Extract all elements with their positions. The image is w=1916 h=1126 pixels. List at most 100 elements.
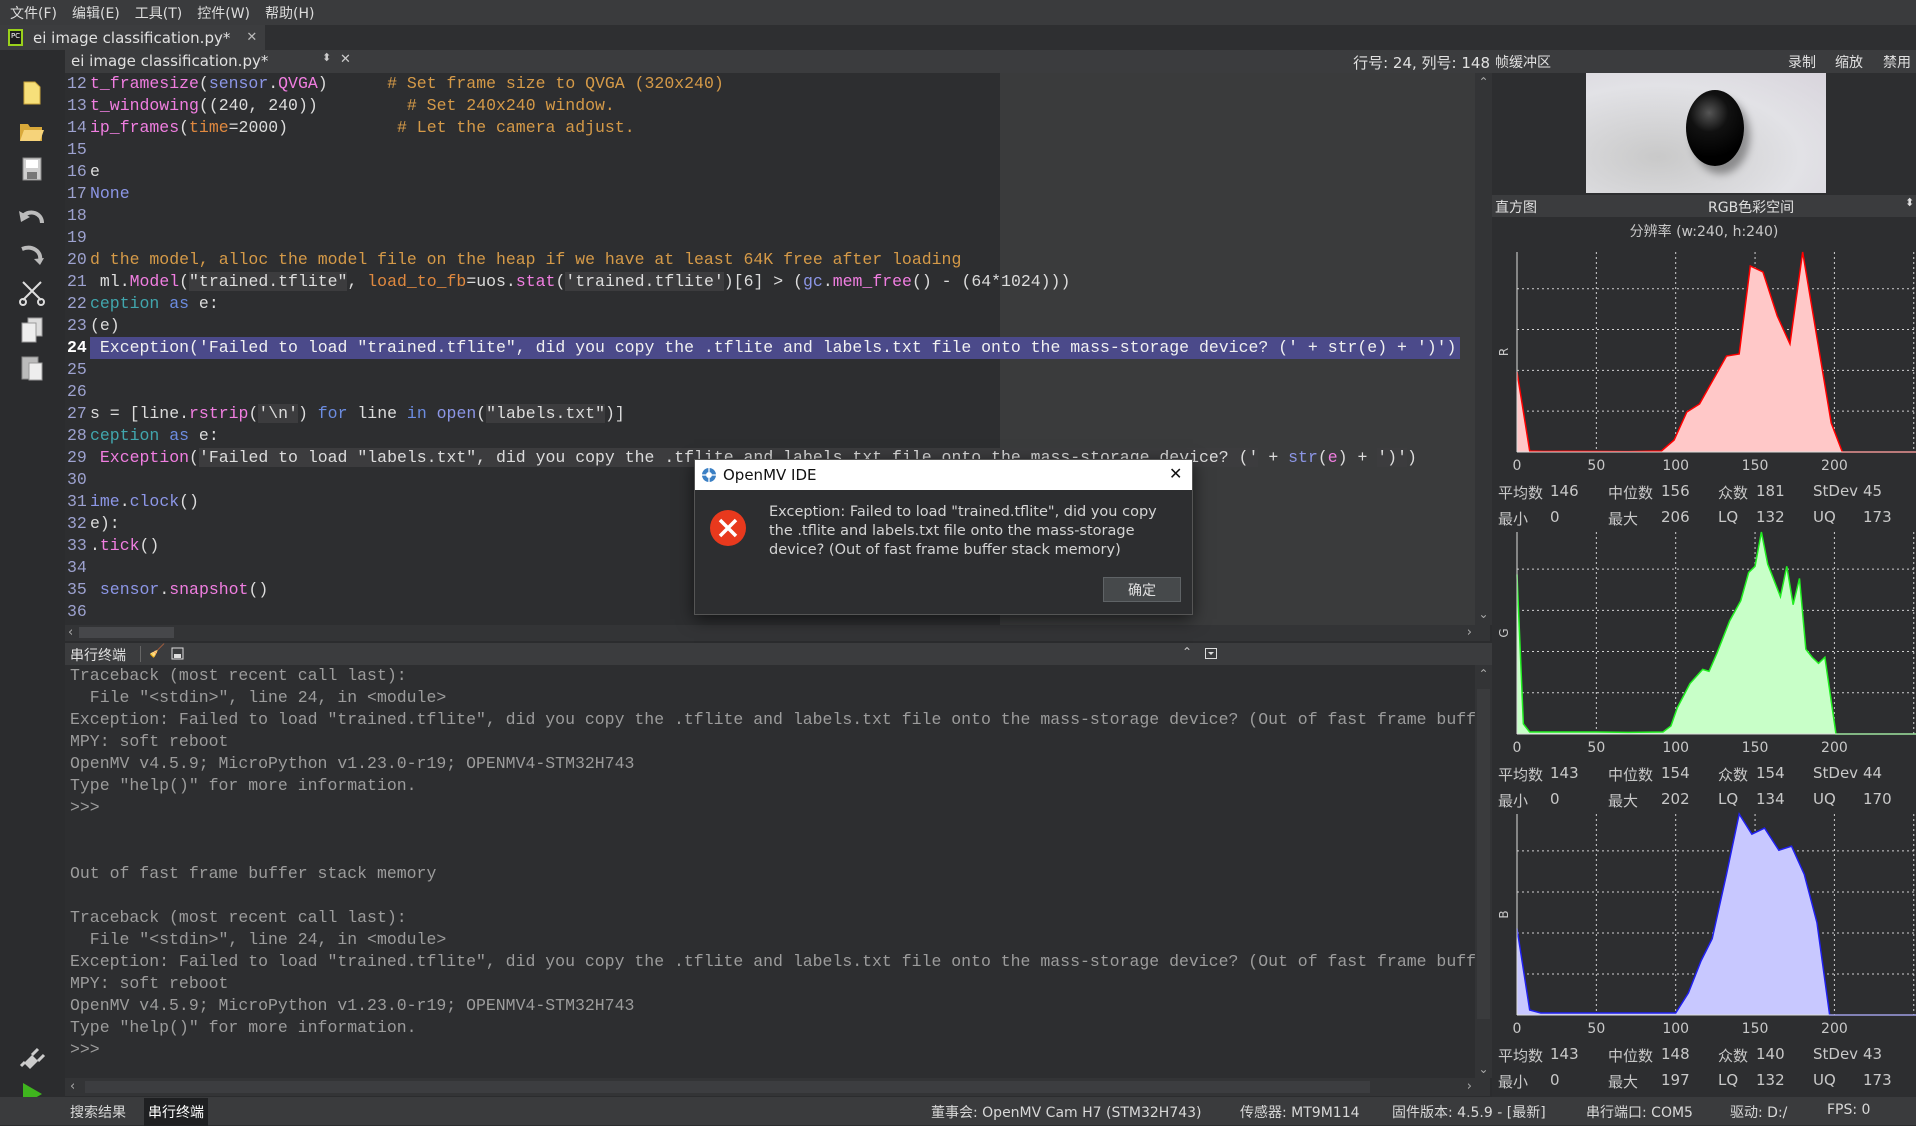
menu-edit[interactable]: 编辑(E) (72, 3, 120, 23)
editor-vertical-scrollbar[interactable]: ⌃ ⌄ (1475, 73, 1492, 625)
code-line[interactable]: 24 Exception('Failed to load "trained.tf… (65, 337, 1475, 359)
dialog-message: Exception: Failed to load "trained.tflit… (769, 504, 1157, 558)
menu-file[interactable]: 文件(F) (10, 3, 57, 23)
scroll-left-icon[interactable]: ‹ (68, 625, 73, 640)
line-number: 12 (67, 74, 87, 93)
code-token: sensor (99, 580, 160, 599)
plug-icon (19, 1047, 46, 1069)
menu-widgets[interactable]: 控件(W) (197, 3, 250, 23)
line-number: 18 (67, 206, 87, 225)
code-token: # Set 240x240 window. (406, 96, 615, 115)
scroll-thumb[interactable] (79, 627, 174, 638)
code-line[interactable]: 23 (e) (65, 315, 1475, 337)
code-token: ) (317, 74, 328, 93)
code-token: ) + (1337, 448, 1378, 467)
code-line[interactable]: 15 (65, 139, 1475, 161)
code-text: e): (90, 513, 120, 535)
tab-search-results[interactable]: 搜索结果 (70, 1102, 126, 1122)
terminal-horizontal-scrollbar[interactable]: ‹ › (65, 1078, 1490, 1096)
colorspace-select[interactable]: RGB色彩空间 (1708, 197, 1794, 217)
file-tab[interactable]: PC ei image classification.py* ✕ (0, 25, 265, 50)
openmv-logo-icon (702, 468, 716, 482)
scroll-down-icon[interactable]: ⌄ (1475, 607, 1492, 621)
code-line[interactable]: 16 e (65, 161, 1475, 183)
code-token: in (406, 404, 427, 423)
code-line[interactable]: 28 ception as e: (65, 425, 1475, 447)
copy-button[interactable] (16, 314, 48, 346)
save-terminal-icon[interactable] (171, 647, 184, 660)
code-line[interactable]: 22 ception as e: (65, 293, 1475, 315)
code-token: + (1258, 448, 1289, 467)
scroll-up-icon[interactable]: ⌃ (1475, 665, 1492, 681)
clear-terminal-icon[interactable]: 🧹 (149, 644, 165, 659)
code-token: clock (129, 492, 180, 511)
scroll-right-icon[interactable]: › (1467, 1079, 1472, 1094)
close-editor-icon[interactable]: ✕ (340, 52, 351, 67)
code-line[interactable]: 13 t_windowing((240, 240)) # Set 240x240 … (65, 95, 1475, 117)
select-updown-icon[interactable]: ⬍ (1905, 196, 1914, 209)
menu-help[interactable]: 帮助(H) (265, 3, 314, 23)
record-button[interactable]: 录制 (1788, 52, 1816, 72)
line-number: 32 (67, 514, 87, 533)
line-number: 14 (67, 118, 87, 137)
undo-button[interactable] (16, 200, 48, 232)
code-line[interactable]: 12 t_framesize(sensor.QVGA) # Set frame s… (65, 73, 1475, 95)
code-token: . (822, 272, 833, 291)
menu-tools[interactable]: 工具(T) (135, 3, 182, 23)
code-line[interactable]: 17 None (65, 183, 1475, 205)
code-token: e (1327, 448, 1338, 467)
editor-file-selector[interactable]: ei image classification.py* (71, 52, 268, 70)
scroll-up-icon[interactable]: ⌃ (1475, 73, 1492, 89)
dialog-titlebar: OpenMV IDE ✕ (695, 460, 1192, 490)
code-line[interactable]: 25 (65, 359, 1475, 381)
open-file-button[interactable] (16, 115, 48, 147)
code-token: snapshot (169, 580, 249, 599)
save-button[interactable] (16, 153, 48, 185)
new-file-button[interactable] (16, 77, 48, 109)
terminal-line: OpenMV v4.5.9; MicroPython v1.23.0-r19; … (70, 996, 635, 1015)
code-token: 'trained.tflite' (565, 272, 724, 291)
stat-value-uq: 173 (1863, 1071, 1892, 1089)
drive-info[interactable]: 驱动: D:/ (1730, 1102, 1787, 1122)
close-tab-icon[interactable]: ✕ (246, 30, 257, 45)
disable-button[interactable]: 禁用 (1883, 52, 1911, 72)
zoom-button[interactable]: 缩放 (1835, 52, 1863, 72)
code-token: rstrip (189, 404, 249, 423)
collapse-icon[interactable]: ⌃ (1182, 645, 1192, 659)
stat-label-uq: UQ (1813, 508, 1836, 526)
paste-button[interactable] (16, 352, 48, 384)
serial-terminal[interactable]: Traceback (most recent call last): File … (65, 665, 1475, 1078)
terminal-line: Type "help()" for more information. (70, 1018, 417, 1037)
redo-button[interactable] (16, 238, 48, 270)
stat-label-uq: UQ (1813, 790, 1836, 808)
ok-button[interactable]: 确定 (1103, 577, 1181, 602)
code-line[interactable]: 19 (65, 227, 1475, 249)
code-token: =uos. (466, 272, 516, 291)
file-selector-updown-icon[interactable]: ⬍ (322, 51, 331, 64)
scroll-right-icon[interactable]: › (1467, 625, 1472, 640)
code-token: load_to_fb (367, 272, 467, 291)
code-line[interactable]: 20 d the model, alloc the model file on t… (65, 249, 1475, 271)
firmware-info[interactable]: 固件版本: 4.5.9 - [最新] (1392, 1102, 1546, 1122)
scroll-down-icon[interactable]: ⌄ (1475, 1062, 1492, 1076)
code-line[interactable]: 18 (65, 205, 1475, 227)
scroll-left-icon[interactable]: ‹ (70, 1079, 75, 1094)
terminal-vertical-scrollbar[interactable]: ⌃ ⌄ (1475, 665, 1492, 1078)
tab-serial-terminal[interactable]: 串行终端 (144, 1098, 208, 1126)
editor-horizontal-scrollbar[interactable]: ‹ › (65, 625, 1490, 641)
dialog-close-icon[interactable]: ✕ (1169, 464, 1182, 483)
scroll-thumb[interactable] (1477, 689, 1490, 1019)
connect-button[interactable] (16, 1039, 48, 1071)
cut-button[interactable] (16, 277, 48, 309)
terminal-line: OpenMV v4.5.9; MicroPython v1.23.0-r19; … (70, 754, 635, 773)
framebuffer-header: 帧缓冲区 录制 缩放 禁用 (1492, 50, 1916, 73)
code-line[interactable]: 21 ml.Model("trained.tflite", load_to_fb… (65, 271, 1475, 293)
error-icon (710, 510, 746, 546)
code-line[interactable]: 27 s = [line.rstrip('\n') for line in ope… (65, 403, 1475, 425)
maximize-panel-icon[interactable] (1205, 648, 1217, 659)
code-token: QVGA (278, 74, 318, 93)
code-line[interactable]: 26 (65, 381, 1475, 403)
code-line[interactable]: 14 ip_frames(time=2000) # Let the camera … (65, 117, 1475, 139)
scroll-thumb[interactable] (85, 1081, 1370, 1093)
